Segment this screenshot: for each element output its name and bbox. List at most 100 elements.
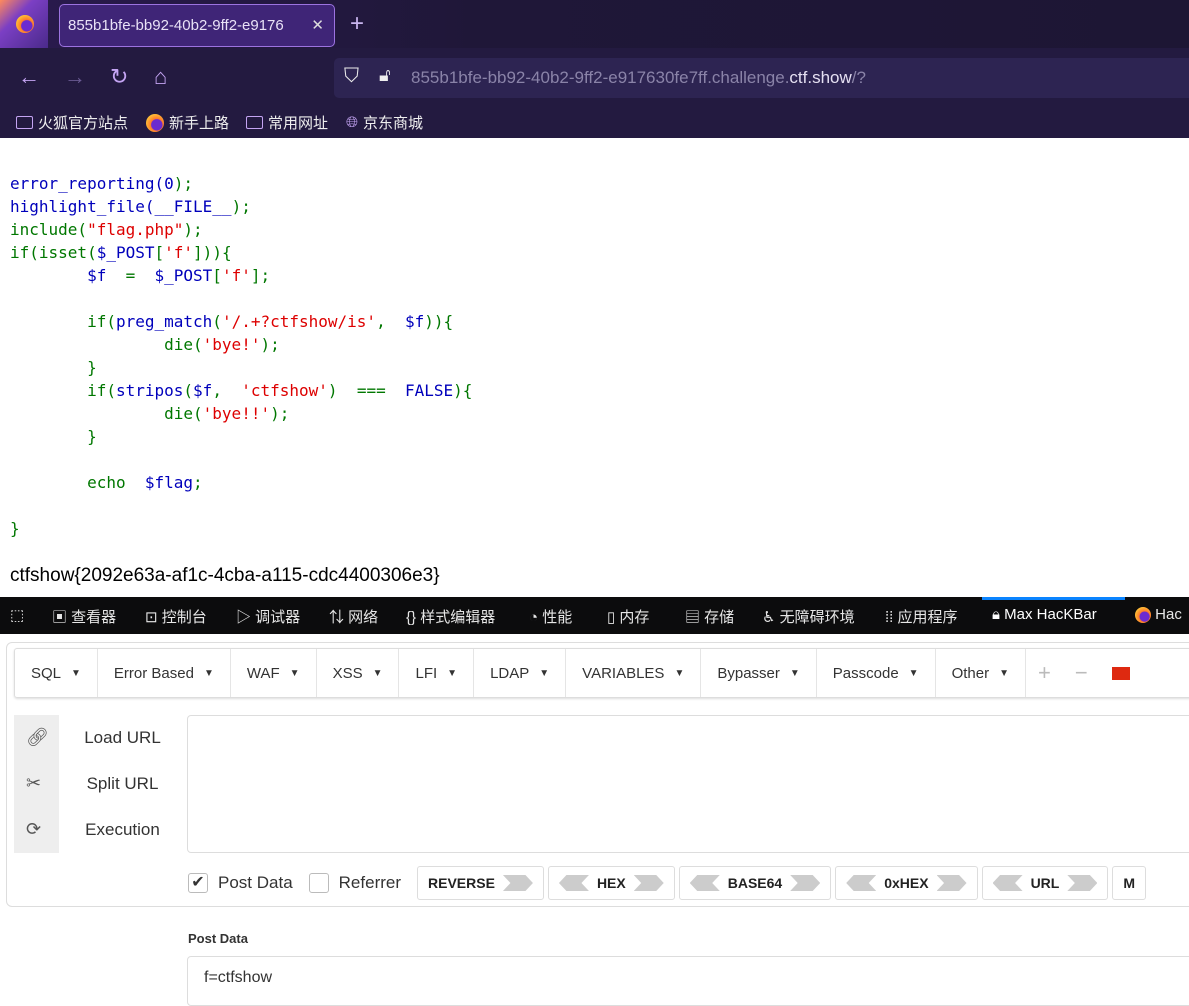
devtools-tab-performance[interactable]: ◔ 性能 — [529, 606, 572, 627]
encode-arrow-icon[interactable] — [633, 875, 664, 891]
menu-lfi[interactable]: LFI ▼ — [399, 649, 475, 697]
encoder-url[interactable]: URL — [981, 866, 1109, 900]
browser-tab[interactable]: 855b1bfe-bb92-40b2-9ff2-e9176 ✕ — [59, 4, 335, 47]
code-token: } — [10, 427, 97, 446]
tab-label: 存储 — [704, 609, 735, 626]
encoder-m[interactable]: M — [1112, 866, 1147, 900]
devtools-tab-inspector[interactable]: ▣ 查看器 — [52, 606, 116, 627]
menu-sql[interactable]: SQL ▼ — [15, 649, 98, 697]
devtools-tab-memory[interactable]: ▯ 内存 — [607, 606, 649, 627]
tab-label: 样式编辑器 — [420, 609, 496, 626]
load-url-button[interactable]: Load URL — [60, 728, 185, 748]
caret-down-icon: ▼ — [447, 667, 458, 679]
post-data-checkbox[interactable]: ✔ — [188, 873, 208, 893]
code-token: '/.+?ctfshow/is' — [221, 312, 377, 331]
code-line: $f = $_POST['f']; — [10, 264, 472, 287]
devtools-tab-console[interactable]: ⊡ 控制台 — [145, 606, 207, 627]
encoder-hex[interactable]: HEX — [547, 866, 675, 900]
code-token: } — [10, 358, 97, 377]
new-tab-button[interactable]: + — [350, 10, 364, 38]
devtools-tab-max-hackbar[interactable]: 🔒︎ Max HacKBar — [992, 606, 1097, 623]
code-line: if(isset($_POST['f'])){ — [10, 241, 472, 264]
code-token: $_POST — [96, 243, 155, 262]
caret-down-icon: ▼ — [372, 667, 383, 679]
bookmark-label: 常用网址 — [268, 115, 329, 132]
referrer-checkbox[interactable] — [308, 873, 329, 893]
bookmark-folder[interactable]: 火狐官方站点 — [16, 112, 128, 133]
code-line: } — [10, 356, 472, 379]
devtools-tab-style-editor[interactable]: {} 样式编辑器 — [406, 606, 495, 627]
decode-arrow-icon[interactable] — [689, 875, 720, 891]
encoder-0xhex[interactable]: 0xHEX — [835, 866, 978, 900]
menu-xss[interactable]: XSS ▼ — [317, 649, 400, 697]
menu-ldap[interactable]: LDAP ▼ — [474, 649, 567, 697]
encode-arrow-icon[interactable] — [790, 875, 821, 891]
url-bar[interactable]: ⛉ 🔓︎ 855b1bfe-bb92-40b2-9ff2-e917630fe7f… — [334, 58, 1189, 98]
php-source-code: error_reporting(0); highlight_file(__FILE… — [10, 172, 472, 540]
link-icon[interactable]: 🔗︎ — [26, 727, 49, 748]
code-token: 0 — [164, 174, 174, 193]
menu-bypasser[interactable]: Bypasser ▼ — [701, 649, 817, 697]
devtools-tab-storage[interactable]: ▤ 存储 — [685, 606, 734, 627]
bookmark-item[interactable]: 新手上路 — [146, 112, 229, 133]
back-icon[interactable]: ← — [18, 64, 40, 90]
decode-arrow-icon[interactable] — [558, 875, 589, 891]
split-url-button[interactable]: Split URL — [60, 774, 185, 794]
menu-variables[interactable]: VARIABLES ▼ — [566, 649, 702, 697]
encoder-label: 0xHEX — [884, 875, 929, 891]
url-text[interactable]: 855b1bfe-bb92-40b2-9ff2-e917630fe7ff.cha… — [411, 68, 866, 88]
code-token: $f — [87, 266, 107, 285]
devtools-tab-accessibility[interactable]: ♿︎ 无障碍环境 — [762, 606, 855, 627]
menu-label: Other — [951, 664, 990, 682]
encode-arrow-icon[interactable] — [1067, 875, 1098, 891]
element-picker-icon[interactable]: ⬚ — [10, 606, 24, 624]
bookmark-folder[interactable]: 常用网址 — [246, 112, 328, 133]
decode-arrow-icon[interactable] — [846, 875, 877, 891]
caret-down-icon: ▼ — [999, 667, 1009, 679]
reload-icon[interactable]: ↻ — [110, 64, 128, 90]
insecure-lock-icon[interactable]: 🔓︎ — [379, 65, 391, 86]
code-token: $_POST — [154, 266, 213, 285]
menu-error-based[interactable]: Error Based ▼ — [98, 649, 231, 697]
menu-passcode[interactable]: Passcode ▼ — [817, 649, 936, 697]
bookmark-item[interactable]: 🌐︎ 京东商城 — [346, 112, 423, 133]
code-token: ); — [260, 335, 280, 354]
execution-button[interactable]: Execution — [60, 820, 185, 840]
code-token: FALSE — [404, 381, 454, 400]
devtools-tab-network[interactable]: ⇅ 网络 — [329, 606, 378, 627]
minus-icon[interactable]: − — [1063, 649, 1100, 697]
code-line: echo $flag; — [10, 471, 472, 494]
nav-bar: ← → ↻ ⌂ ⛉ 🔓︎ 855b1bfe-bb92-40b2-9ff2-e91… — [0, 48, 1189, 106]
devtools-tab-debugger[interactable]: ▷ 调试器 — [236, 606, 300, 627]
menu-other[interactable]: Other ▼ — [936, 649, 1026, 697]
decode-arrow-icon[interactable] — [992, 875, 1023, 891]
encoder-base64[interactable]: BASE64 — [678, 866, 832, 900]
url-domain: ctf.show — [789, 68, 852, 87]
code-line: if(preg_match('/.+?ctfshow/is', $f)){ — [10, 310, 472, 333]
url-textarea[interactable] — [187, 715, 1189, 853]
encode-arrow-icon[interactable] — [502, 875, 533, 891]
code-token: echo — [10, 473, 145, 492]
post-data-checkbox-label: Post Data — [218, 873, 293, 892]
close-tab-icon[interactable]: ✕ — [311, 5, 324, 46]
code-token: = — [106, 266, 155, 285]
post-data-input[interactable]: f=ctfshow — [187, 956, 1189, 1006]
encoder-reverse[interactable]: REVERSE — [417, 866, 544, 900]
refresh-icon[interactable]: ⟳ — [26, 819, 41, 840]
code-token: } — [10, 519, 20, 538]
plus-icon[interactable]: + — [1026, 649, 1063, 697]
shield-icon[interactable]: ⛉ — [344, 65, 359, 88]
menu-waf[interactable]: WAF ▼ — [231, 649, 317, 697]
china-flag-icon[interactable] — [1100, 649, 1142, 697]
code-line: die('bye!!'); — [10, 402, 472, 425]
tab-label: Max HacKBar — [1004, 606, 1097, 623]
encode-arrow-icon[interactable] — [936, 875, 967, 891]
firefox-menu-button[interactable] — [0, 0, 48, 48]
devtools-tab-application[interactable]: ⁞⁞ 应用程序 — [885, 606, 958, 627]
forward-icon[interactable]: → — [64, 64, 86, 90]
code-line: error_reporting(0); — [10, 172, 472, 195]
devtools-tab-hackbar[interactable]: Hac — [1135, 606, 1182, 624]
scissors-icon[interactable]: ✂ — [26, 773, 41, 794]
home-icon[interactable]: ⌂ — [154, 64, 167, 90]
